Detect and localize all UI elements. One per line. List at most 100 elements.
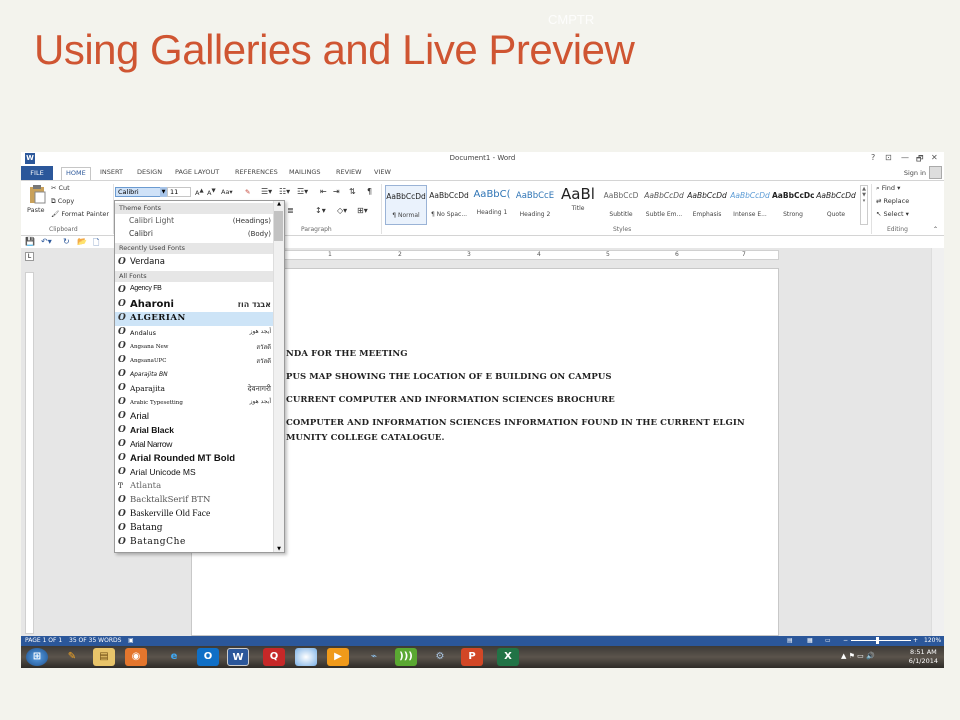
- font-item-arial-narrow[interactable]: O Arial Narrow: [115, 438, 274, 452]
- bullets-icon[interactable]: ☰▾: [261, 187, 272, 196]
- network-icon[interactable]: ⌁: [363, 648, 385, 666]
- font-item[interactable]: O BatangChe: [115, 536, 274, 550]
- tab-page-layout[interactable]: PAGE LAYOUT: [175, 168, 219, 176]
- style-quote[interactable]: AaBbCcDd Quote: [815, 185, 857, 225]
- zoom-in-icon[interactable]: +: [913, 636, 918, 646]
- tab-review[interactable]: REVIEW: [336, 168, 362, 176]
- font-item[interactable]: O Aparajita BN: [115, 368, 274, 382]
- firefox-icon[interactable]: ◉: [125, 648, 147, 666]
- decrease-indent-icon[interactable]: ⇤: [320, 187, 327, 196]
- close-button[interactable]: ✕: [931, 153, 938, 162]
- shrink-font-icon[interactable]: A▼: [207, 188, 216, 197]
- undo-icon[interactable]: ↶▾: [41, 237, 52, 246]
- internet-explorer-icon[interactable]: e: [163, 648, 185, 666]
- tray-icons[interactable]: ▲ ⚑ ▭ 🔊: [841, 652, 875, 660]
- clock[interactable]: 8:51 AM 6/1/2014: [909, 648, 938, 666]
- outlook-icon[interactable]: O: [197, 648, 219, 666]
- style-subtitle[interactable]: AaBbCcD Subtitle: [600, 185, 642, 225]
- font-item[interactable]: O Aparajita देवनागरी: [115, 382, 274, 396]
- tools-icon[interactable]: ⚙: [429, 648, 451, 666]
- shading-icon[interactable]: ◇▾: [337, 206, 347, 215]
- minimize-button[interactable]: —: [901, 153, 909, 162]
- style-no-spacing[interactable]: AaBbCcDd ¶ No Spac...: [428, 185, 470, 225]
- font-item-algerian[interactable]: O ALGERIAN: [115, 312, 274, 326]
- style-intense-emphasis[interactable]: AaBbCcDd Intense E...: [729, 185, 771, 225]
- style-heading-1[interactable]: AaBbC(Heading 1: [471, 185, 513, 225]
- select-button[interactable]: ↖ Select ▾: [876, 210, 909, 218]
- font-size-input[interactable]: 11: [167, 187, 191, 197]
- multilevel-list-icon[interactable]: ☲▾: [297, 187, 308, 196]
- zoom-level[interactable]: 120%: [924, 636, 941, 646]
- style-normal[interactable]: AaBbCcDd ¶ Normal: [385, 185, 427, 225]
- font-item-arial-rounded[interactable]: O Arial Rounded MT Bold: [115, 452, 274, 466]
- font-item-verdana[interactable]: O Verdana: [115, 256, 274, 270]
- collapse-ribbon-icon[interactable]: ⌃: [933, 226, 938, 233]
- tab-home[interactable]: HOME: [61, 167, 91, 180]
- font-item[interactable]: O AngsanaUPC สวัสดี: [115, 354, 274, 368]
- grow-font-icon[interactable]: A▲: [195, 188, 204, 197]
- proofing-icon[interactable]: ▣: [128, 636, 134, 646]
- explorer-icon[interactable]: ▤: [93, 648, 115, 666]
- justify-icon[interactable]: ≣: [287, 206, 294, 215]
- cut-button[interactable]: ✂ Cut: [51, 184, 70, 192]
- font-item[interactable]: O Andalus أيجد هوز: [115, 326, 274, 340]
- increase-indent-icon[interactable]: ⇥: [333, 187, 340, 196]
- chrome-icon[interactable]: [295, 648, 317, 666]
- save-icon[interactable]: 💾: [25, 237, 35, 246]
- zoom-slider[interactable]: [851, 640, 911, 641]
- scroll-down-icon[interactable]: ▼: [274, 546, 284, 552]
- style-heading-2[interactable]: AaBbCcE Heading 2: [514, 185, 556, 225]
- numbering-icon[interactable]: ☷▾: [279, 187, 290, 196]
- open-icon[interactable]: 📂: [77, 237, 87, 246]
- ruler-toggle-icon[interactable]: L: [25, 252, 34, 261]
- font-item[interactable]: O Batang: [115, 522, 274, 536]
- show-marks-icon[interactable]: ¶: [367, 187, 372, 196]
- font-gallery-dropdown[interactable]: Theme Fonts Calibri Light (Headings) Cali…: [114, 200, 285, 553]
- style-subtle-emphasis[interactable]: AaBbCcDd Subtle Em...: [643, 185, 685, 225]
- style-title[interactable]: AaBl Title: [557, 185, 599, 225]
- tab-references[interactable]: REFERENCES: [235, 168, 278, 176]
- style-strong[interactable]: AaBbCcDc Strong: [772, 185, 814, 225]
- redo-icon[interactable]: ↻: [63, 237, 70, 246]
- tab-design[interactable]: DESIGN: [137, 168, 162, 176]
- clear-formatting-icon[interactable]: ✎: [245, 188, 250, 196]
- start-button[interactable]: ⊞: [26, 648, 48, 666]
- tab-file[interactable]: FILE: [21, 166, 53, 180]
- quicktime-icon[interactable]: Q: [263, 648, 285, 666]
- font-item-arial-unicode[interactable]: O Arial Unicode MS: [115, 466, 274, 480]
- zoom-slider-thumb[interactable]: [876, 637, 879, 644]
- tab-view[interactable]: VIEW: [374, 168, 391, 176]
- borders-icon[interactable]: ⊞▾: [357, 206, 368, 215]
- font-item-atlanta[interactable]: Ͳ Atlanta: [115, 480, 274, 494]
- font-item[interactable]: O Baskerville Old Face: [115, 508, 274, 522]
- font-name-dropdown-icon[interactable]: ▼: [160, 187, 167, 197]
- font-item[interactable]: O Agency FB: [115, 284, 274, 298]
- line-spacing-icon[interactable]: ↕▾: [315, 206, 326, 215]
- styles-scroll[interactable]: ▲ ▼ ▾: [860, 185, 868, 225]
- vertical-scrollbar[interactable]: [931, 248, 944, 636]
- sort-icon[interactable]: ⇅: [349, 187, 356, 196]
- print-layout-icon[interactable]: ▦: [807, 636, 813, 646]
- font-item-calibri-light[interactable]: Calibri Light (Headings): [115, 215, 274, 229]
- change-case-icon[interactable]: Aa▾: [221, 188, 233, 196]
- page-count[interactable]: PAGE 1 OF 1: [25, 636, 62, 646]
- vertical-ruler[interactable]: [25, 272, 34, 634]
- excel-icon[interactable]: X: [497, 648, 519, 666]
- powerpoint-icon[interactable]: P: [461, 648, 483, 666]
- read-mode-icon[interactable]: ▤: [787, 636, 793, 646]
- paste-button[interactable]: Paste: [25, 184, 49, 224]
- scroll-thumb[interactable]: [274, 211, 283, 241]
- ribbon-display-button[interactable]: ⊡: [885, 153, 892, 162]
- style-emphasis[interactable]: AaBbCcDd Emphasis: [686, 185, 728, 225]
- help-button[interactable]: ?: [871, 153, 875, 162]
- tab-insert[interactable]: INSERT: [100, 168, 123, 176]
- word-taskbar-icon[interactable]: W: [227, 648, 249, 666]
- font-item[interactable]: O Angsana New สวัสดี: [115, 340, 274, 354]
- font-item[interactable]: O BacktalkSerif BTN: [115, 494, 274, 508]
- sync-icon[interactable]: ))): [395, 648, 417, 666]
- format-painter-button[interactable]: 🖌 Format Painter: [51, 210, 109, 218]
- font-item-arial-black[interactable]: O Arial Black: [115, 424, 274, 438]
- font-item-arial[interactable]: O Arial: [115, 410, 274, 424]
- media-player-icon[interactable]: ▶: [327, 648, 349, 666]
- font-item[interactable]: O Arabic Typesetting أيجد هوز: [115, 396, 274, 410]
